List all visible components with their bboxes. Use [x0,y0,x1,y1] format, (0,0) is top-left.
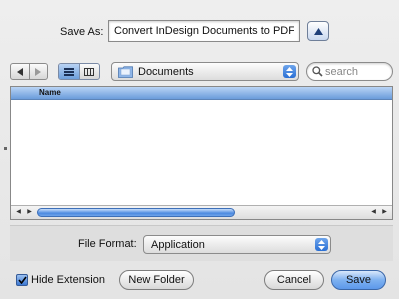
scroll-right-icon[interactable]: ▶ [379,208,390,217]
search-icon [312,66,323,77]
forward-button[interactable] [28,64,48,79]
scroll-left-icon[interactable]: ◀ [368,208,379,217]
search-placeholder: search [325,66,359,78]
back-button[interactable] [11,64,29,79]
save-as-field[interactable] [108,20,300,42]
location-label: Documents [138,66,194,78]
resize-marker [4,147,7,150]
search-field[interactable]: search [306,62,393,81]
column-view-button[interactable] [78,64,100,79]
file-format-value: Application [151,239,205,251]
hide-extension-checkbox[interactable] [16,274,28,286]
list-header: Name [11,87,392,100]
folder-icon [118,66,133,78]
popup-arrows-icon [315,238,328,251]
location-popup[interactable]: Documents [111,62,299,81]
hide-extension-label[interactable]: Hide Extension [31,274,105,286]
file-browser[interactable]: Name ◀ ▶ ◀ ▶ [10,86,393,220]
scroll-thumb[interactable] [37,208,235,217]
file-list[interactable] [11,101,392,204]
forward-arrow-icon [35,67,42,76]
save-dialog: Save As: Documents search [0,0,399,299]
save-as-label: Save As: [60,26,104,38]
expand-dialog-button[interactable] [307,21,329,41]
scroll-right-icon[interactable]: ▶ [24,208,35,217]
scroll-left-icon[interactable]: ◀ [13,208,24,217]
scroll-left-arrows[interactable]: ◀ ▶ [13,208,35,217]
popup-arrows-icon [283,65,296,78]
cancel-button[interactable]: Cancel [264,270,324,290]
triangle-up-icon [313,27,323,35]
column-view-icon [84,67,95,76]
back-arrow-icon [16,67,23,76]
view-mode-control [58,63,100,80]
list-view-button[interactable] [59,64,79,79]
save-button[interactable]: Save [331,270,386,290]
horizontal-scrollbar[interactable]: ◀ ▶ ◀ ▶ [11,205,392,219]
scroll-right-arrows[interactable]: ◀ ▶ [368,208,390,217]
list-view-icon [63,67,74,76]
new-folder-button[interactable]: New Folder [119,270,194,290]
checkmark-icon [17,276,27,284]
back-forward-control [10,63,48,80]
column-header-name[interactable]: Name [39,88,61,97]
format-accessory-panel: File Format: Application [10,225,393,261]
file-format-popup[interactable]: Application [143,235,331,254]
file-format-label: File Format: [78,238,137,250]
